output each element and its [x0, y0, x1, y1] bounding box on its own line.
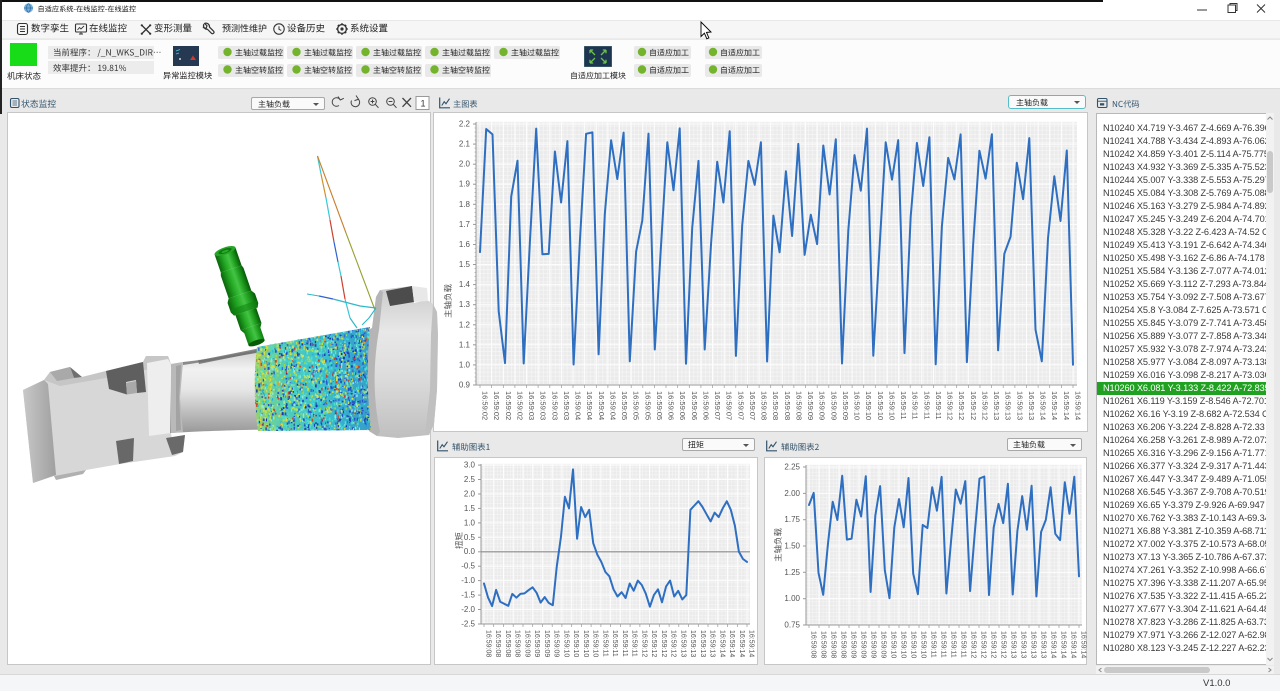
svg-text:1: 1 — [421, 99, 426, 109]
